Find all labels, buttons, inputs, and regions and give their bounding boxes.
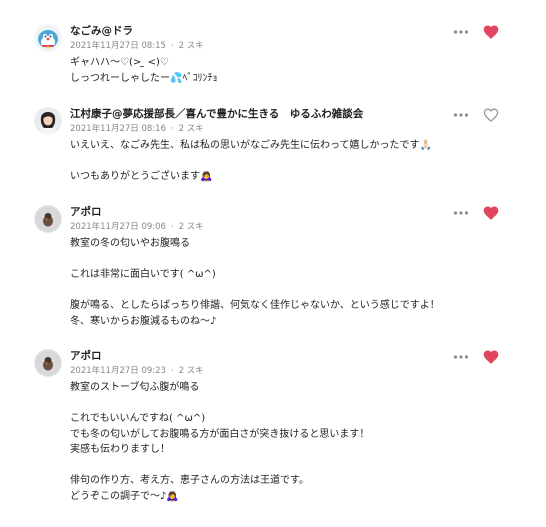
separator-dot: · xyxy=(170,222,174,232)
comment-meta: 2021年11月27日 08:15 · 2 スキ xyxy=(70,41,204,52)
commenter-name[interactable]: アポロ xyxy=(70,350,102,363)
commenter-name[interactable]: アポロ xyxy=(70,206,102,219)
like-button[interactable] xyxy=(482,204,500,222)
comment-line: 教室の冬の匂いやお腹鳴る xyxy=(70,238,190,249)
comment-line: どうぞこの調子で〜♪🙇‍♀️ xyxy=(70,490,179,502)
heart-outline-icon xyxy=(483,108,499,122)
comment-line: 俳句の作り方、考え方、恵子さんの方法は王道です。 xyxy=(70,475,309,486)
comment-line: いえいえ、なごみ先生、私は私の思いがなごみ先生に伝わって嬉しかったです🙏🏻 xyxy=(70,140,432,151)
more-dots-icon xyxy=(453,30,469,34)
separator-dot: · xyxy=(170,124,174,134)
like-count[interactable]: 2 スキ xyxy=(179,124,204,134)
more-options-button[interactable] xyxy=(453,27,469,37)
comment-body: 教室の冬の匂いやお腹鳴る これは非常に面白いです( ^ω^) 腹が鳴る、としたら… xyxy=(70,236,440,329)
comment-line: ギャハハ〜♡(> ̫ <)♡ xyxy=(70,57,169,68)
comment-meta: 2021年11月27日 09:23 · 2 スキ xyxy=(70,366,204,377)
comment-line: いつもありがとうございます🙇‍♀️ xyxy=(70,171,213,182)
comment-line xyxy=(70,458,369,474)
more-options-button[interactable] xyxy=(453,110,469,120)
comment-date: 2021年11月27日 09:23 xyxy=(70,366,166,376)
comment-line xyxy=(70,252,440,268)
comment-line: 冬、寒いからお腹減るものね〜♪ xyxy=(70,315,217,327)
comment-line: 実感も伝わりますし！ xyxy=(70,444,170,455)
character-avatar-icon xyxy=(34,24,62,52)
avatar[interactable] xyxy=(34,349,62,377)
comment-body: 教室のストーブ匂ふ腹が鳴る これでもいいんですね( ^ω^) でも冬の匂いがして… xyxy=(70,380,369,504)
like-button[interactable] xyxy=(482,348,500,366)
comment-line: 腹が鳴る、としたらばっちり俳諧、何気なく佳作じゃないか、という感じですよ！ xyxy=(70,300,440,311)
avatar[interactable] xyxy=(34,205,62,233)
commenter-name[interactable]: 江村康子@夢応援部長／喜んで豊かに生きる ゆるふわ雑談会 xyxy=(70,108,363,121)
more-options-button[interactable] xyxy=(453,352,469,362)
comment-date: 2021年11月27日 08:16 xyxy=(70,124,166,134)
like-count[interactable]: 2 スキ xyxy=(179,366,204,376)
comment-line: これは非常に面白いです( ^ω^) xyxy=(70,269,216,280)
comment-meta: 2021年11月27日 08:16 · 2 スキ xyxy=(70,124,204,135)
separator-dot: · xyxy=(170,366,174,376)
avatar[interactable] xyxy=(34,24,62,52)
comment-line xyxy=(70,154,432,170)
comment-line xyxy=(70,283,440,299)
separator-dot: · xyxy=(170,41,174,51)
avatar[interactable] xyxy=(34,107,62,135)
commenter-name[interactable]: なごみ@ドラ xyxy=(70,25,133,38)
comment-body: いえいえ、なごみ先生、私は私の思いがなごみ先生に伝わって嬉しかったです🙏🏻 いつ… xyxy=(70,138,432,185)
comment-date: 2021年11月27日 09:06 xyxy=(70,222,166,232)
comment-line: しっつれーしゃしたー💦ﾍﾟｺﾘﾝﾁｮ xyxy=(70,72,218,84)
more-dots-icon xyxy=(453,211,469,215)
comment-line: でも冬の匂いがしてお腹鳴る方が面白さが突き抜けると思います！ xyxy=(70,428,370,440)
woman-avatar-icon xyxy=(34,107,62,135)
more-dots-icon xyxy=(453,113,469,117)
more-dots-icon xyxy=(453,355,469,359)
comment-line xyxy=(70,396,369,412)
like-count[interactable]: 2 スキ xyxy=(179,222,204,232)
heart-filled-icon xyxy=(483,206,499,220)
comment-line: これでもいいんですね( ^ω^) xyxy=(70,413,206,424)
apollo-avatar-icon xyxy=(34,205,62,233)
like-button[interactable] xyxy=(482,23,500,41)
like-button[interactable] xyxy=(482,106,500,124)
like-count[interactable]: 2 スキ xyxy=(179,41,204,51)
comment-meta: 2021年11月27日 09:06 · 2 スキ xyxy=(70,222,204,233)
more-options-button[interactable] xyxy=(453,208,469,218)
heart-filled-icon xyxy=(483,25,499,39)
comment-line: 教室のストーブ匂ふ腹が鳴る xyxy=(70,382,200,393)
apollo-avatar-icon xyxy=(34,349,62,377)
heart-filled-icon xyxy=(483,350,499,364)
comment-date: 2021年11月27日 08:15 xyxy=(70,41,166,51)
comment-body: ギャハハ〜♡(> ̫ <)♡ しっつれーしゃしたー💦ﾍﾟｺﾘﾝﾁｮ xyxy=(70,55,217,86)
